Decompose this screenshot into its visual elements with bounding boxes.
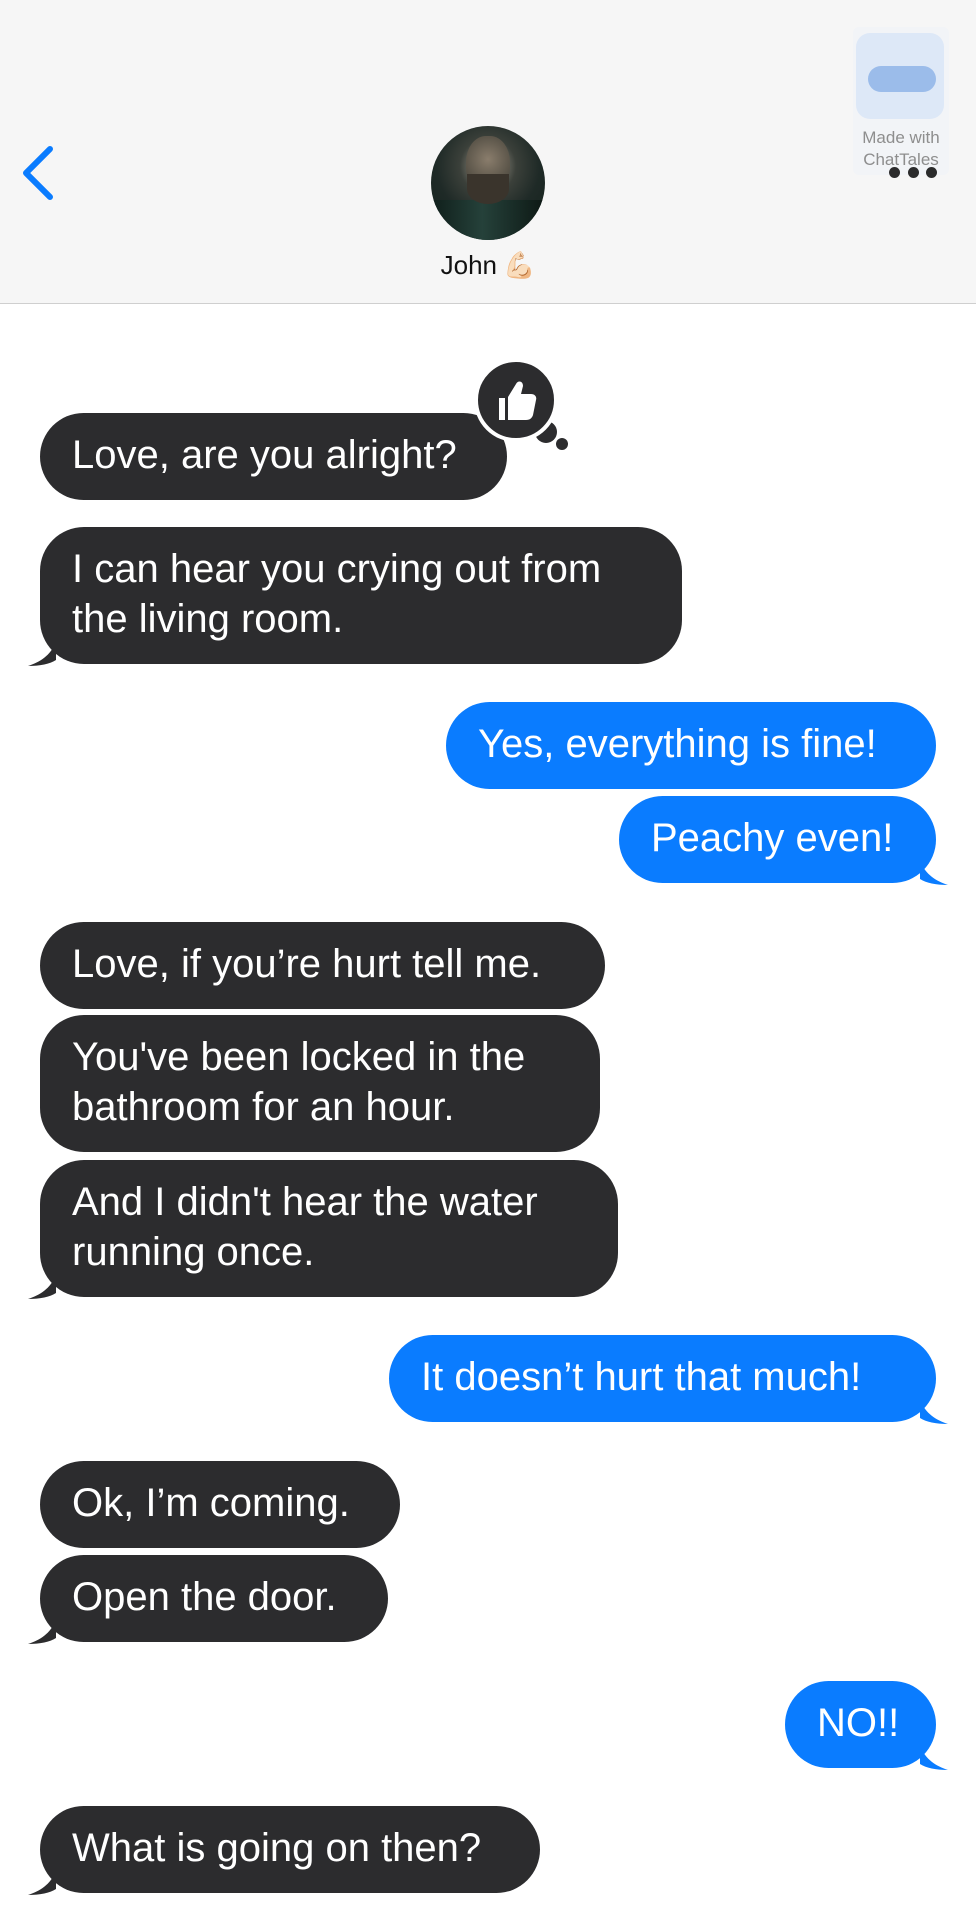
thumbs-up-icon (499, 381, 537, 420)
bubble-tail (920, 1746, 948, 1770)
message-text-line: the living room. (72, 597, 344, 641)
message-bubble-outgoing[interactable]: Peachy even! (619, 796, 948, 885)
message-text-line: And I didn't hear the water (72, 1180, 538, 1224)
ellipsis-icon[interactable] (889, 165, 937, 179)
message-bubble-outgoing[interactable]: NO!! (785, 1681, 948, 1770)
message-bubble-incoming[interactable]: I can hear you crying out from the livin… (28, 527, 682, 666)
contact-name[interactable]: John 💪🏻 (0, 250, 976, 281)
message-text: What is going on then? (72, 1826, 482, 1870)
ellipsis-dot (926, 166, 937, 178)
chat-bubble-icon (868, 66, 936, 92)
bubble-tail (28, 1275, 56, 1299)
bubble-tail (920, 1400, 948, 1424)
message-text: NO!! (817, 1701, 900, 1745)
message-bubble-incoming[interactable]: You've been locked in the bathroom for a… (40, 1015, 600, 1152)
message-bubble-incoming[interactable]: Open the door. (28, 1555, 388, 1644)
message-text: Love, if you’re hurt tell me. (72, 942, 542, 986)
message-bubble-outgoing[interactable]: Yes, everything is fine! (446, 702, 936, 789)
bubble-tail (28, 1871, 56, 1895)
message-text: Love, are you alright? (72, 433, 457, 477)
message-text-line: running once. (72, 1230, 315, 1274)
bubble-tail (28, 642, 56, 666)
flexed-biceps-emoji: 💪🏻 (503, 250, 536, 280)
chat-header: John 💪🏻 Made with ChatTales (0, 0, 976, 304)
bubble-tail (920, 861, 948, 885)
avatar-beard (467, 174, 509, 204)
message-bubble-incoming[interactable]: Love, if you’re hurt tell me. (40, 922, 605, 1009)
back-button[interactable] (14, 140, 64, 204)
avatar-coat (431, 200, 545, 240)
ellipsis-dot (889, 166, 900, 178)
bubble-tail (28, 1620, 56, 1644)
contact-avatar[interactable] (431, 126, 545, 240)
reaction-tail-dot-small (556, 438, 568, 450)
reaction-badge[interactable] (474, 358, 558, 442)
message-bubble-incoming[interactable]: And I didn't hear the water running once… (28, 1160, 618, 1299)
message-text: Peachy even! (651, 816, 894, 860)
chattales-watermark: Made with ChatTales (853, 27, 949, 175)
message-text-line: You've been locked in the (72, 1035, 526, 1079)
ellipsis-dot (907, 166, 919, 178)
message-text: Ok, I’m coming. (72, 1481, 350, 1525)
message-bubble-incoming[interactable]: What is going on then? (28, 1806, 540, 1895)
message-bubble-outgoing[interactable]: It doesn’t hurt that much! (389, 1335, 948, 1424)
chevron-left-icon (23, 146, 53, 200)
contact-name-text: John (440, 250, 497, 280)
message-text-line: I can hear you crying out from (72, 547, 602, 591)
message-bubble-incoming[interactable]: Ok, I’m coming. (40, 1461, 400, 1548)
message-text: Yes, everything is fine! (478, 722, 877, 766)
watermark-line1: Made with (862, 128, 940, 147)
message-text: It doesn’t hurt that much! (421, 1355, 862, 1399)
message-text-line: bathroom for an hour. (72, 1085, 455, 1129)
message-bubble-incoming[interactable]: Love, are you alright? (40, 413, 507, 500)
message-text: Open the door. (72, 1575, 337, 1619)
chattales-logo-icon (856, 33, 944, 119)
